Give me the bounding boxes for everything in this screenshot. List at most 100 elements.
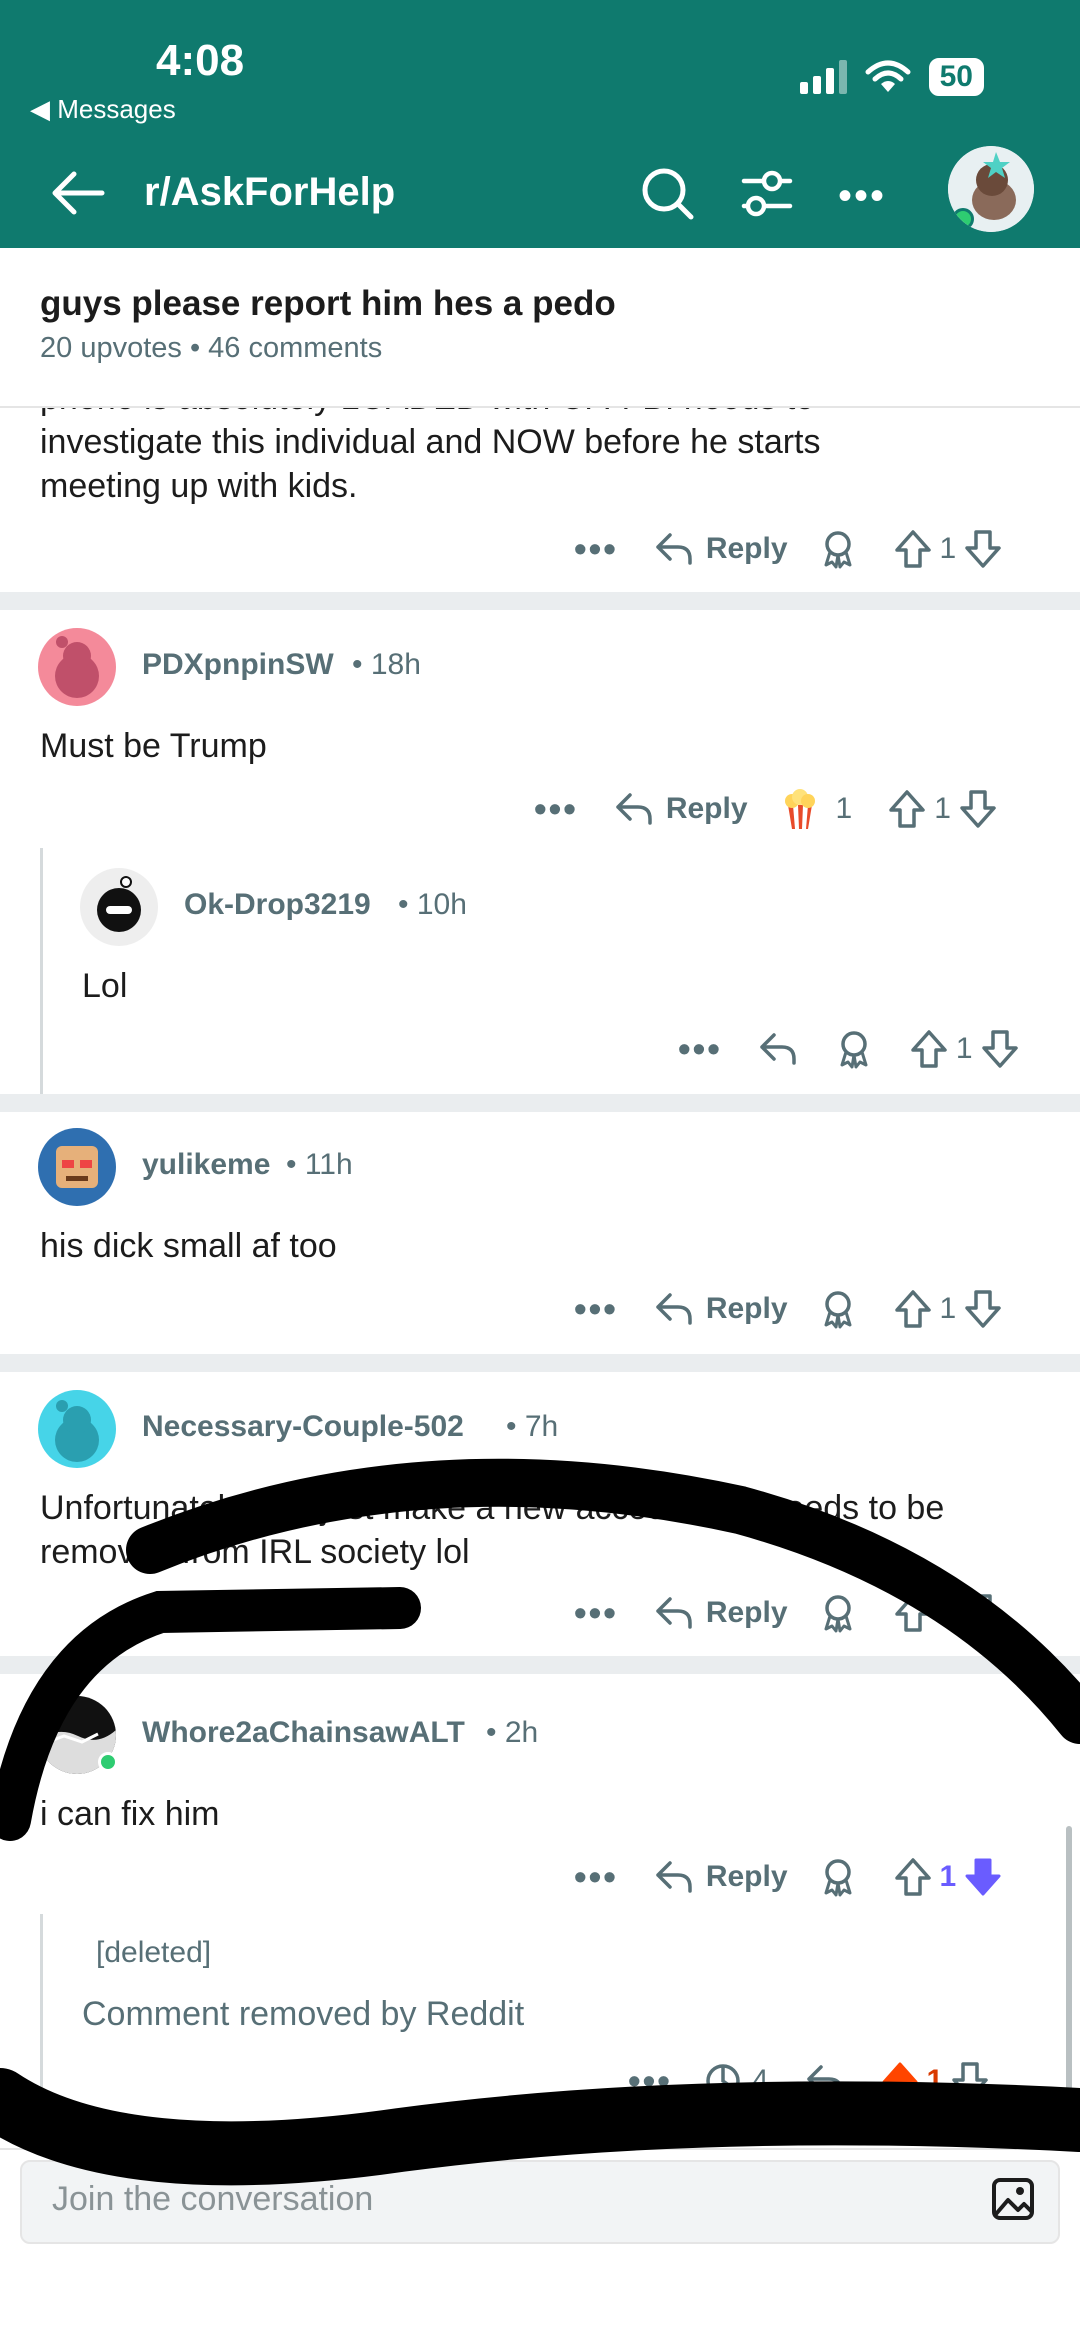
reply-button[interactable]: Reply	[706, 532, 788, 566]
comment-text: investigate this individual and NOW befo…	[40, 423, 821, 461]
search-icon[interactable]	[638, 164, 698, 224]
timer-count: 4	[751, 2064, 769, 2097]
upvote-icon[interactable]	[910, 1029, 948, 1069]
comment-actions: ••• 1	[678, 1024, 1019, 1074]
comment-author[interactable]: yulikeme	[142, 1148, 270, 1182]
reply-button[interactable]: Reply	[706, 1860, 788, 1894]
reply-button[interactable]: Reply	[706, 1292, 788, 1326]
upvote-icon[interactable]	[888, 789, 926, 829]
comment-actions: ••• Reply 1	[574, 1284, 1002, 1334]
online-indicator	[98, 1752, 118, 1772]
reply-icon[interactable]	[805, 2063, 845, 2099]
comment-author-deleted: [deleted]	[96, 1936, 212, 1969]
more-options-button[interactable]: •••	[838, 174, 886, 219]
upvote-icon[interactable]	[894, 529, 932, 569]
separator	[0, 1354, 1080, 1372]
signal-icon	[799, 60, 847, 94]
comment-author[interactable]: Whore2aChainsawALT	[142, 1716, 465, 1750]
avatar[interactable]	[38, 1390, 116, 1468]
comment-time: • 10h	[398, 888, 467, 921]
status-time: 4:08	[156, 36, 245, 85]
reply-icon[interactable]	[654, 1291, 694, 1327]
comment-time: • 11h	[286, 1148, 353, 1181]
thread-line	[40, 1914, 43, 2132]
avatar[interactable]	[80, 868, 158, 946]
sort-filter-icon[interactable]	[738, 164, 794, 224]
scrollbar[interactable]	[1066, 1826, 1072, 2106]
award-icon[interactable]	[834, 1029, 874, 1069]
separator	[0, 1094, 1080, 1112]
downvote-icon[interactable]	[964, 529, 1002, 569]
award-icon[interactable]	[818, 1289, 858, 1329]
comment-actions: ••• Reply 1 1	[534, 784, 997, 834]
downvote-icon[interactable]	[964, 1857, 1002, 1897]
comment-actions: ••• Reply 1	[574, 524, 1002, 574]
avatar[interactable]	[38, 628, 116, 706]
clock-icon[interactable]	[704, 2062, 742, 2100]
reddit-thread-screen: 4:08 ◀ Messages 50 r/AskForHelp ••• guys…	[0, 0, 1080, 2348]
comment-text: removed from IRL society lol	[40, 1533, 470, 1571]
vote-count: 1	[939, 1292, 957, 1325]
downvote-icon[interactable]	[951, 2061, 989, 2101]
upvote-icon[interactable]	[894, 1857, 932, 1897]
vote-count: 1	[939, 1596, 957, 1629]
downvote-icon[interactable]	[981, 1029, 1019, 1069]
comment-actions: ••• 4 1	[628, 2056, 989, 2106]
comment-text: i can fix him	[40, 1795, 220, 1833]
more-icon[interactable]: •••	[574, 1288, 618, 1330]
app-header: 4:08 ◀ Messages 50 r/AskForHelp •••	[0, 0, 1080, 248]
downvote-icon[interactable]	[964, 1289, 1002, 1329]
wifi-icon	[865, 60, 911, 92]
comment-text: Must be Trump	[40, 727, 267, 765]
upvote-icon[interactable]	[894, 1593, 932, 1633]
award-icon[interactable]	[818, 529, 858, 569]
comment-time: • 7h	[506, 1410, 559, 1443]
more-icon[interactable]: •••	[678, 1028, 722, 1070]
more-icon[interactable]: •••	[534, 788, 578, 830]
subreddit-name[interactable]: r/AskForHelp	[144, 170, 395, 215]
reply-icon[interactable]	[654, 1595, 694, 1631]
nav-row: r/AskForHelp •••	[0, 146, 1080, 232]
more-icon[interactable]: •••	[628, 2060, 672, 2102]
vote-count: 1	[939, 1860, 957, 1893]
reply-button[interactable]: Reply	[666, 792, 748, 826]
image-upload-icon[interactable]	[990, 2176, 1036, 2222]
popcorn-award-icon[interactable]	[778, 787, 822, 831]
avatar[interactable]	[38, 1128, 116, 1206]
comment-author[interactable]: Necessary-Couple-502	[142, 1410, 464, 1444]
award-icon[interactable]	[818, 1593, 858, 1633]
comment-composer[interactable]: Join the conversation	[20, 2160, 1060, 2244]
back-arrow-icon[interactable]	[48, 168, 106, 218]
comment-text: Unfortunately he'll just make a new acco…	[40, 1489, 945, 1527]
vote-count: 1	[926, 2064, 944, 2097]
vote-count: 1	[934, 792, 951, 825]
downvote-icon[interactable]	[959, 789, 997, 829]
online-indicator	[952, 208, 974, 230]
comment-actions: ••• Reply 1	[574, 1588, 1002, 1638]
comment-author[interactable]: PDXpnpinSW	[142, 648, 334, 682]
removed-comment-text: Comment removed by Reddit	[82, 1995, 525, 2033]
post-header[interactable]: guys please report him hes a pedo 20 upv…	[0, 248, 1080, 408]
downvote-icon[interactable]	[964, 1593, 1002, 1633]
reply-icon[interactable]	[654, 1859, 694, 1895]
reply-icon[interactable]	[614, 791, 654, 827]
battery-indicator: 50	[928, 58, 984, 96]
reply-icon[interactable]	[654, 531, 694, 567]
upvote-icon[interactable]	[894, 1289, 932, 1329]
more-icon[interactable]: •••	[574, 1592, 618, 1634]
separator	[0, 592, 1080, 610]
comment-text: Lol	[82, 967, 128, 1005]
upvote-icon[interactable]	[881, 2061, 919, 2101]
post-meta: 20 upvotes • 46 comments	[40, 332, 383, 364]
back-to-messages-link[interactable]: ◀ Messages	[30, 94, 176, 125]
thread-line	[40, 848, 43, 1094]
status-icons: 50	[799, 58, 984, 96]
more-icon[interactable]: •••	[574, 1856, 618, 1898]
comment-author[interactable]: Ok-Drop3219	[184, 888, 371, 922]
reply-button[interactable]: Reply	[706, 1596, 788, 1630]
award-icon[interactable]	[818, 1857, 858, 1897]
post-title: guys please report him hes a pedo	[40, 284, 616, 323]
user-avatar[interactable]	[948, 146, 1034, 232]
more-icon[interactable]: •••	[574, 528, 618, 570]
reply-icon[interactable]	[758, 1031, 798, 1067]
